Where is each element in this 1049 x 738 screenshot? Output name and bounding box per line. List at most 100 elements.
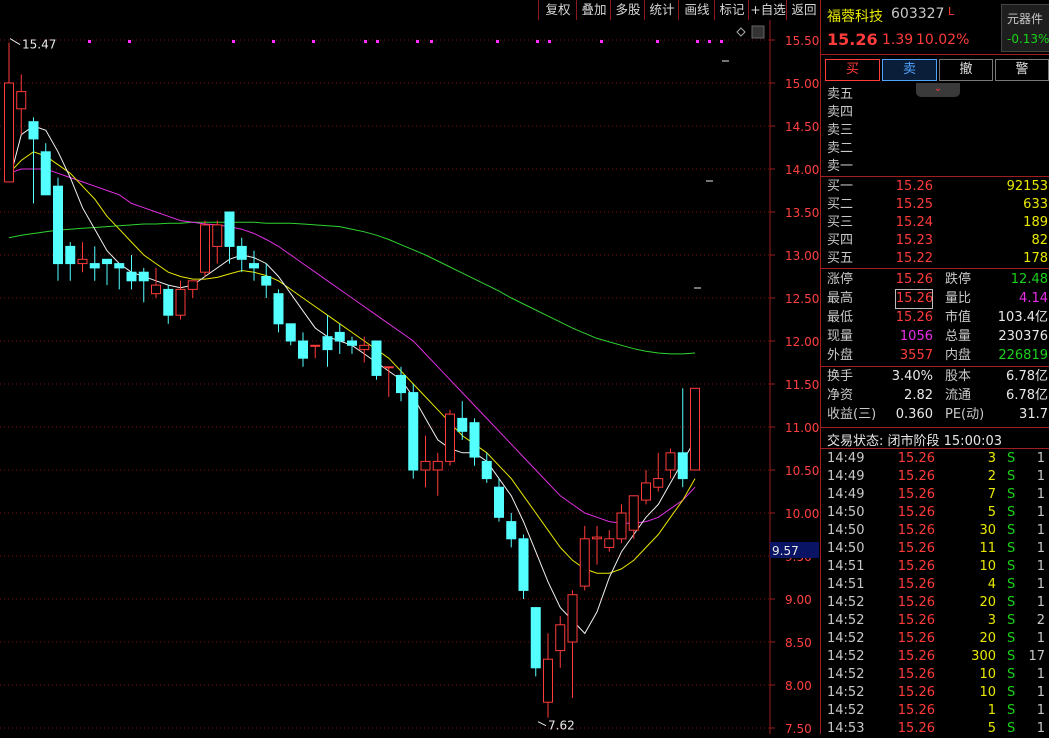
- bid-row: 买二 15.25 633: [821, 196, 1049, 214]
- tick-price: 15.26: [897, 541, 935, 556]
- tick-price: 15.26: [897, 685, 935, 700]
- bid-row: 买一 15.26 92153: [821, 178, 1049, 196]
- tick-volume: 5: [987, 505, 996, 520]
- stat-label: 涨停: [827, 272, 854, 287]
- tick-time: 14:52: [827, 595, 865, 610]
- cancel-order-button[interactable]: 撤: [939, 59, 993, 81]
- tick-row: 14:49 15.26 3 S 1: [821, 450, 1049, 468]
- tick-time: 14:52: [827, 649, 865, 664]
- fund-label: 流通: [945, 388, 972, 403]
- buy-button[interactable]: 买: [825, 59, 880, 81]
- fund-value: 2.82: [904, 388, 933, 403]
- candle-down: [249, 263, 259, 269]
- bid-price: 15.25: [895, 197, 933, 212]
- statistics-button[interactable]: 统计: [644, 0, 679, 20]
- stat-value: 15.26: [895, 310, 933, 325]
- tick-row: 14:51 15.26 10 S 1: [821, 558, 1049, 576]
- candle-up: [445, 413, 455, 462]
- event-dot: [496, 40, 499, 43]
- tick-price: 15.26: [897, 451, 935, 466]
- tick-count: 1: [1036, 631, 1045, 646]
- tick-row: 14:49 15.26 2 S 1: [821, 468, 1049, 486]
- tick-side: S: [1007, 523, 1016, 538]
- candle-up: [641, 482, 651, 501]
- tick-volume: 3: [987, 451, 996, 466]
- stat-label: 量比: [945, 291, 972, 306]
- stat-value: 3557: [899, 348, 933, 363]
- tick-volume: 5: [987, 721, 996, 736]
- kline-chart[interactable]: 15.50 15.00 14.50 14.00 13.50 13.00 12.50 12.00…: [0, 20, 820, 734]
- tick-count: 1: [1036, 577, 1045, 592]
- tick-time: 14:52: [827, 613, 865, 628]
- fund-row: 净资 2.82 流通 6.78亿: [821, 387, 1049, 405]
- tick-volume: 300: [971, 649, 996, 664]
- sector-box[interactable]: 元器件 -0.13%: [1001, 4, 1049, 52]
- event-dot: [232, 40, 235, 43]
- event-dot: [88, 40, 91, 43]
- y-tick-label: 13.00: [785, 249, 819, 263]
- tick-price: 15.26: [897, 595, 935, 610]
- event-dot: [600, 40, 603, 43]
- y-tick-label: 12.50: [785, 292, 819, 306]
- event-dot: [416, 40, 419, 43]
- event-dot: [720, 40, 723, 43]
- candle-up: [77, 258, 88, 265]
- stat-row: 现量 1056 总量 230376: [821, 328, 1049, 346]
- bid-row: 买五 15.22 178: [821, 250, 1049, 268]
- event-dot: [430, 40, 433, 43]
- tick-price: 15.26: [897, 721, 935, 736]
- multi-stock-button[interactable]: 多股: [610, 0, 645, 20]
- event-dot: [548, 40, 551, 43]
- mark-button[interactable]: 标记: [714, 0, 749, 20]
- candle-up: [628, 495, 639, 531]
- sector-name: 元器件: [1007, 12, 1044, 26]
- tick-time: 14:53: [827, 721, 865, 736]
- chart-toolbar: 复权 叠加 多股 统计 画线 标记 +自选 返回: [0, 0, 820, 20]
- candle-down: [408, 392, 419, 471]
- tick-count: 1: [1036, 703, 1045, 718]
- tick-row: 14:49 15.26 7 S 1: [821, 486, 1049, 504]
- y-tick-label: 12.00: [785, 335, 819, 349]
- candle-up: [567, 594, 578, 643]
- chart-annotations: 15.47 7.62 9.57: [9, 25, 819, 733]
- fund-label: 收益(三): [827, 407, 877, 422]
- alert-button[interactable]: 警: [995, 59, 1049, 81]
- tick-side: S: [1007, 649, 1016, 664]
- candle-down: [261, 276, 272, 286]
- candle-up: [200, 224, 210, 273]
- bid-price: 15.26: [895, 179, 933, 194]
- candle-up: [690, 387, 700, 471]
- ask-row: 卖三: [821, 122, 1049, 140]
- tick-volume: 10: [979, 559, 996, 574]
- sell-button[interactable]: 卖: [882, 59, 937, 81]
- add-watchlist-button[interactable]: +自选: [748, 0, 787, 20]
- tick-time: 14:49: [827, 451, 865, 466]
- last-price: 15.26: [827, 30, 878, 49]
- tick-count: 1: [1036, 721, 1045, 736]
- tick-volume: 4: [987, 577, 996, 592]
- candle-down: [347, 340, 357, 346]
- ask-row: 卖四: [821, 104, 1049, 122]
- candle-down: [530, 607, 541, 669]
- y-tick-label: 11.00: [785, 421, 819, 435]
- overlay-button[interactable]: 叠加: [576, 0, 611, 20]
- bid-price: 15.22: [895, 251, 933, 266]
- candle-down: [285, 323, 296, 342]
- candle-down: [298, 340, 308, 359]
- candle-down: [371, 340, 382, 376]
- tick-side: S: [1007, 685, 1016, 700]
- draw-line-button[interactable]: 画线: [678, 0, 715, 20]
- ma5-line: [8, 125, 696, 635]
- tick-row: 14:50 15.26 11 S 1: [821, 540, 1049, 558]
- fund-value: 6.78亿: [1006, 369, 1048, 384]
- tick-volume: 10: [979, 685, 996, 700]
- cursor-price-label: 9.57: [772, 544, 799, 558]
- restore-rights-button[interactable]: 复权: [538, 0, 577, 20]
- tick-row: 14:52 15.26 3 S 2: [821, 612, 1049, 630]
- tick-price: 15.26: [897, 703, 935, 718]
- bid-label: 买四: [827, 233, 854, 248]
- tick-row: 14:52 15.26 20 S 1: [821, 630, 1049, 648]
- event-dot: [376, 40, 379, 43]
- back-button[interactable]: 返回: [786, 0, 821, 20]
- candle-down: [138, 271, 149, 282]
